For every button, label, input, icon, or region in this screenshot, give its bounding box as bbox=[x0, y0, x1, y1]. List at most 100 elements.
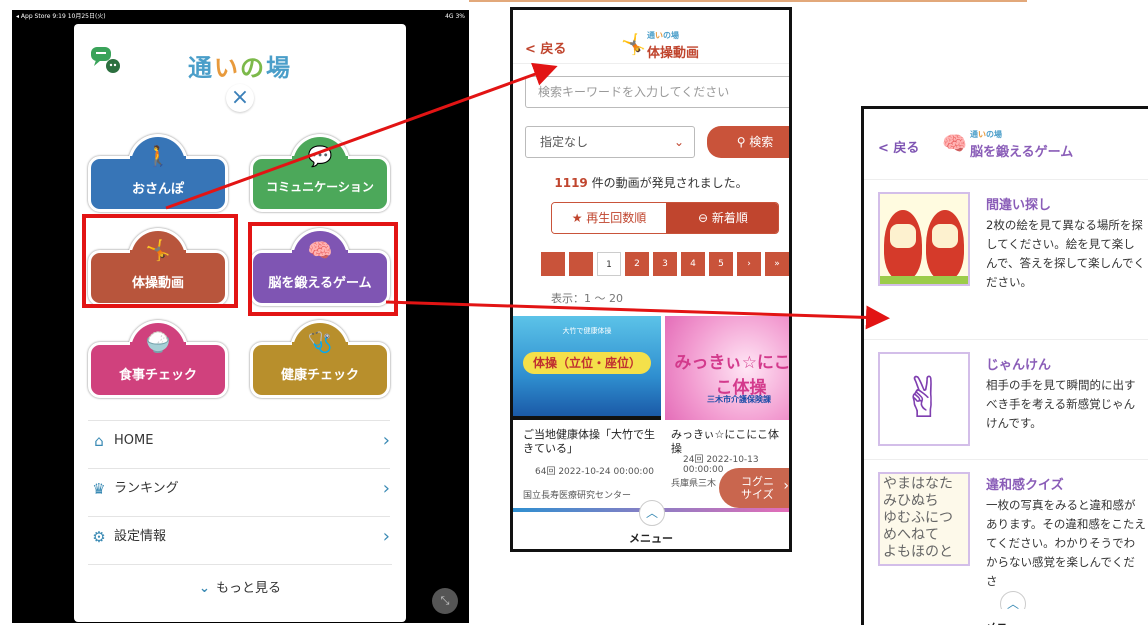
video-thumbnail[interactable]: 大竹で健康体操 体操（立位・座位） bbox=[513, 316, 661, 420]
highlight-box-brain bbox=[248, 222, 398, 316]
thumbnail-org: 三木市介護保険課 bbox=[707, 395, 771, 404]
result-count-number: 1119 bbox=[554, 176, 588, 190]
page-next[interactable]: › bbox=[737, 252, 761, 276]
page-first[interactable] bbox=[541, 252, 565, 276]
back-button[interactable]: < 戻る bbox=[525, 38, 566, 57]
more-label: もっと見る bbox=[215, 581, 281, 596]
walking-person-icon: 🚶 bbox=[145, 144, 171, 168]
video-date: 2022-10-24 00:00:00 bbox=[558, 467, 654, 477]
page-current[interactable]: 1 bbox=[597, 252, 621, 276]
menu-label[interactable]: メニュー bbox=[513, 530, 789, 546]
tile-label: 健康チェック bbox=[280, 368, 359, 383]
page-item[interactable]: 5 bbox=[709, 252, 733, 276]
tile-label: 食事チェック bbox=[118, 368, 197, 383]
hiragana-image: やまはなた みひぬち ゆむふにつ めへねて よもほのと bbox=[878, 472, 970, 566]
sort-by-newest-label: 新着順 bbox=[711, 211, 748, 225]
tile-health-check[interactable]: 🩺 健康チェック bbox=[250, 320, 390, 400]
status-bar: ◂ App Store 9:19 10月25日(火) 4G 3% bbox=[12, 10, 469, 24]
status-left: ◂ App Store 9:19 10月25日(火) bbox=[16, 13, 106, 20]
video-views: 24回 bbox=[683, 455, 704, 465]
search-button-label: 検索 bbox=[749, 135, 774, 149]
header-app-name: 通いの場 bbox=[970, 130, 1002, 139]
sort-by-plays-label: 再生回数順 bbox=[586, 211, 647, 225]
menu-panel: 通いの場 × 🚶 おさんぽ 💬 コミュニケーション 🤸 体操動画 🧠 脳を鍛える… bbox=[74, 24, 406, 622]
nav-label: HOME bbox=[114, 433, 154, 448]
header-title: 体操動画 bbox=[647, 46, 700, 61]
game-title: じゃんけん bbox=[986, 358, 1052, 373]
close-icon[interactable]: × bbox=[226, 84, 254, 112]
video-org: 国立長寿医療研究センター bbox=[523, 491, 632, 501]
chevron-right-icon: › bbox=[382, 430, 390, 451]
stethoscope-icon: 🩺 bbox=[307, 330, 333, 354]
tablet-screenshot: ◂ App Store 9:19 10月25日(火) 4G 3% 通いの場 × … bbox=[12, 10, 469, 623]
tile-label: コミュニケーション bbox=[266, 180, 374, 194]
filter-value: 指定なし bbox=[540, 135, 589, 149]
thumbnail-subtitle: 大竹で健康体操 bbox=[562, 327, 612, 335]
nav-label: 設定情報 bbox=[114, 529, 167, 544]
app-title: 通いの場 bbox=[188, 54, 292, 82]
header-title: 脳を鍛えるゲーム bbox=[970, 145, 1074, 160]
tile-meal-check[interactable]: 🍚 食事チェック bbox=[88, 320, 228, 400]
shrink-icon[interactable]: ⤡ bbox=[432, 588, 458, 614]
thumbnail-title: みっきぃ☆にこにこ体操 bbox=[674, 353, 791, 398]
search-icon: ⚲ bbox=[736, 135, 750, 149]
chevron-up-icon[interactable]: ︿ bbox=[639, 500, 665, 526]
result-count: 1119 件の動画が発見されました。 bbox=[513, 174, 789, 191]
screen-header: < 戻る 🤸 通いの場 体操動画 bbox=[513, 10, 789, 64]
chevron-right-icon: › bbox=[382, 526, 390, 547]
game-item-janken[interactable]: ✌ じゃんけん 相手の手を見て瞬間的に出すべき手を考える新感覚じゃんけんです。 bbox=[864, 339, 1148, 457]
nav-home[interactable]: ⌂ HOME › bbox=[88, 420, 390, 460]
nav-label: ランキング bbox=[114, 481, 179, 496]
home-icon: ⌂ bbox=[94, 432, 104, 450]
result-count-text: 件の動画が発見されました。 bbox=[591, 176, 748, 190]
chevron-right-icon: › bbox=[783, 478, 789, 494]
video-title[interactable]: ご当地健康体操「大竹で生きている」 bbox=[523, 428, 657, 456]
chat-bubble-icon: 💬 bbox=[307, 144, 333, 168]
brain-game-screen: < 戻る 🧠 通いの場 脳を鍛えるゲーム 間違い探し 2枚の絵を見て異なる場所を… bbox=[861, 106, 1148, 625]
page-item[interactable]: 3 bbox=[653, 252, 677, 276]
game-item-spot-difference[interactable]: 間違い探し 2枚の絵を見て異なる場所を探してください。絵を見て楽しんで、答えを探… bbox=[864, 179, 1148, 337]
tile-label: おさんぽ bbox=[131, 182, 184, 197]
game-title: 間違い探し bbox=[986, 198, 1052, 213]
game-description: 相手の手を見て瞬間的に出すべき手を考える新感覚じゃんけんです。 bbox=[986, 378, 1136, 430]
search-input[interactable]: 検索キーワードを入力してください bbox=[525, 76, 789, 108]
minus-circle-icon: ⊖ bbox=[698, 211, 712, 225]
page-item[interactable]: 2 bbox=[625, 252, 649, 276]
sort-toggle: ★ 再生回数順 ⊖ 新着順 bbox=[551, 202, 779, 234]
user-settings-icon: ⚙ bbox=[92, 528, 106, 546]
nav-settings[interactable]: ⚙ 設定情報 › bbox=[88, 516, 390, 556]
game-title: 違和感クイズ bbox=[986, 478, 1064, 493]
sort-by-plays[interactable]: ★ 再生回数順 bbox=[552, 203, 666, 233]
thumbnail-title: 体操（立位・座位） bbox=[523, 352, 651, 374]
more-button[interactable]: ⌄ もっと見る bbox=[88, 564, 392, 596]
brain-icon: 🧠 bbox=[942, 131, 967, 155]
chevron-down-icon: ⌄ bbox=[673, 135, 684, 149]
video-meta: 64回 2022-10-24 00:00:00 bbox=[535, 464, 654, 477]
sort-by-newest[interactable]: ⊖ 新着順 bbox=[666, 203, 778, 233]
page-item[interactable]: 4 bbox=[681, 252, 705, 276]
tile-walk[interactable]: 🚶 おさんぽ bbox=[88, 134, 228, 214]
highlight-box-exercise bbox=[82, 214, 238, 308]
page-last[interactable]: » bbox=[765, 252, 789, 276]
exercise-person-icon: 🤸 bbox=[621, 32, 646, 56]
star-icon: ★ bbox=[571, 211, 587, 225]
video-views: 64回 bbox=[535, 467, 556, 477]
tile-communication[interactable]: 💬 コミュニケーション bbox=[250, 134, 390, 214]
exercise-video-screen: < 戻る 🤸 通いの場 体操動画 検索キーワードを入力してください 指定なし ⌄… bbox=[510, 7, 792, 552]
video-thumbnail[interactable]: みっきぃ☆にこにこ体操 三木市介護保険課 bbox=[665, 316, 791, 420]
crown-icon: ♛ bbox=[92, 480, 106, 498]
nav-ranking[interactable]: ♛ ランキング › bbox=[88, 468, 390, 508]
page-prev[interactable] bbox=[569, 252, 593, 276]
rice-bowl-icon: 🍚 bbox=[145, 330, 171, 354]
cognicise-button[interactable]: コグニサイズ › bbox=[719, 468, 789, 508]
cognicise-label: コグニサイズ bbox=[741, 475, 774, 501]
status-right: 4G 3% bbox=[445, 13, 465, 20]
back-button[interactable]: < 戻る bbox=[878, 137, 919, 156]
chevron-right-icon: › bbox=[382, 478, 390, 499]
menu-label[interactable]: メニュー bbox=[864, 609, 1148, 625]
header-app-name: 通いの場 bbox=[647, 31, 679, 40]
top-divider-line bbox=[469, 0, 1027, 2]
filter-select[interactable]: 指定なし ⌄ bbox=[525, 126, 695, 158]
search-button[interactable]: ⚲ 検索 bbox=[707, 126, 789, 158]
peace-hand-icon: ✌ bbox=[878, 352, 970, 446]
